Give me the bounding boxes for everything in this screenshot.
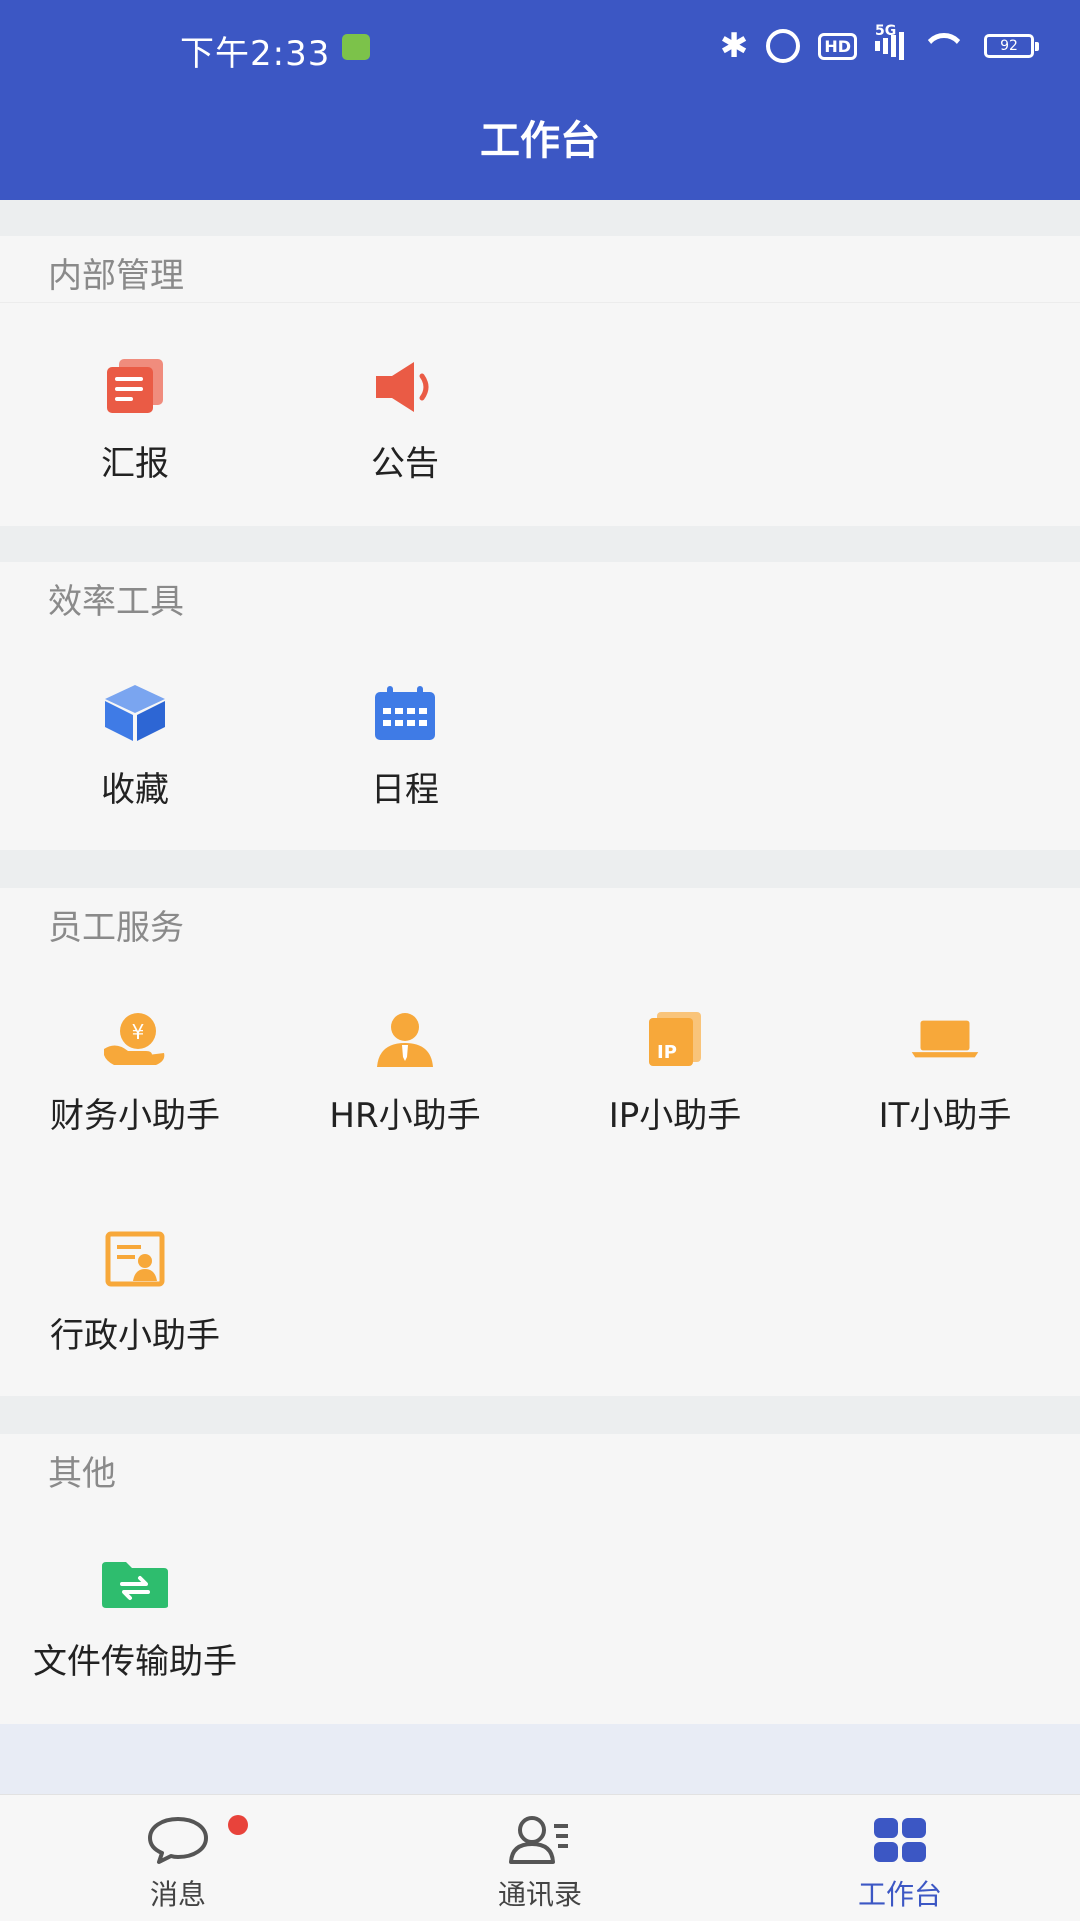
app-label: 收藏 — [101, 770, 169, 810]
app-favorites[interactable]: 收藏 — [0, 678, 270, 878]
admin-doc-icon — [100, 1224, 170, 1294]
app-finance-assistant[interactable]: ¥ 财务小助手 — [0, 1004, 270, 1204]
app-calendar[interactable]: 日程 — [270, 678, 540, 878]
hd-icon: HD — [818, 32, 857, 60]
app-label: 文件传输助手 — [33, 1642, 237, 1682]
tab-label: 消息 — [149, 1878, 206, 1911]
tab-label: 通讯录 — [497, 1878, 582, 1911]
bluetooth-icon: ✱ — [719, 26, 749, 66]
chat-bubble-icon — [146, 1813, 210, 1867]
app-header: 下午2:33 ✱ HD 5G 92 工作台 — [0, 0, 1080, 200]
app-file-transfer[interactable]: 文件传输助手 — [0, 1550, 270, 1750]
grid-icon — [868, 1813, 932, 1867]
battery-icon: 92 — [984, 34, 1039, 58]
section-title: 效率工具 — [48, 582, 184, 622]
bottom-tab-bar: 消息 通讯录 工作台 — [0, 1794, 1080, 1921]
ip-doc-icon: IP — [640, 1004, 710, 1074]
section-efficiency-tools: 效率工具 收藏 日程 — [0, 562, 1080, 850]
app-label: IP小助手 — [608, 1096, 742, 1136]
app-admin-assistant[interactable]: 行政小助手 — [0, 1224, 270, 1424]
report-icon — [100, 352, 170, 422]
status-bar: 下午2:33 ✱ HD 5G 92 — [0, 0, 1080, 96]
section-employee-services: 员工服务 ¥ 财务小助手 HR小助手 IP IP小助手 IT小助手 行政小助手 — [0, 888, 1080, 1396]
content-footer-spacer — [0, 1724, 1080, 1794]
folder-transfer-icon — [100, 1550, 170, 1620]
svg-text:IP: IP — [657, 1042, 677, 1063]
svg-text:¥: ¥ — [132, 1020, 145, 1044]
section-title: 员工服务 — [48, 908, 184, 948]
section-title: 其他 — [48, 1454, 116, 1494]
tab-contacts[interactable]: 通讯录 — [440, 1795, 640, 1921]
section-title: 内部管理 — [48, 256, 184, 296]
app-label: 日程 — [371, 770, 439, 810]
money-hand-icon: ¥ — [100, 1004, 170, 1074]
status-time: 下午2:33 — [180, 34, 331, 74]
status-icons: ✱ HD 5G 92 — [719, 23, 1039, 66]
app-label: 汇报 — [101, 444, 169, 484]
app-label: 行政小助手 — [50, 1316, 220, 1356]
app-label: HR小助手 — [329, 1096, 481, 1136]
tab-workbench[interactable]: 工作台 — [800, 1795, 1000, 1921]
android-icon — [342, 34, 370, 60]
alarm-icon — [766, 29, 801, 63]
signal-icon: 5G — [875, 23, 904, 63]
wifi-icon — [922, 31, 966, 61]
tab-messages[interactable]: 消息 — [78, 1795, 278, 1921]
divider — [0, 302, 1080, 303]
app-announcement[interactable]: 公告 — [270, 352, 540, 552]
unread-badge-dot — [228, 1815, 248, 1835]
app-label: 公告 — [371, 444, 439, 484]
megaphone-icon — [370, 352, 440, 422]
app-report[interactable]: 汇报 — [0, 352, 270, 552]
person-icon — [370, 1004, 440, 1074]
app-it-assistant[interactable]: IT小助手 — [810, 1004, 1080, 1204]
app-label: IT小助手 — [878, 1096, 1012, 1136]
laptop-icon — [910, 1004, 980, 1074]
app-label: 财务小助手 — [50, 1096, 220, 1136]
network-type: 5G — [875, 23, 897, 39]
contacts-icon — [508, 1813, 572, 1867]
section-other: 其他 文件传输助手 — [0, 1434, 1080, 1724]
calendar-icon — [370, 678, 440, 748]
battery-level: 92 — [1000, 38, 1018, 54]
cube-icon — [100, 678, 170, 748]
section-internal-management: 内部管理 汇报 公告 — [0, 236, 1080, 526]
tab-label: 工作台 — [857, 1878, 942, 1911]
page-title: 工作台 — [480, 118, 600, 164]
app-hr-assistant[interactable]: HR小助手 — [270, 1004, 540, 1204]
app-ip-assistant[interactable]: IP IP小助手 — [540, 1004, 810, 1204]
